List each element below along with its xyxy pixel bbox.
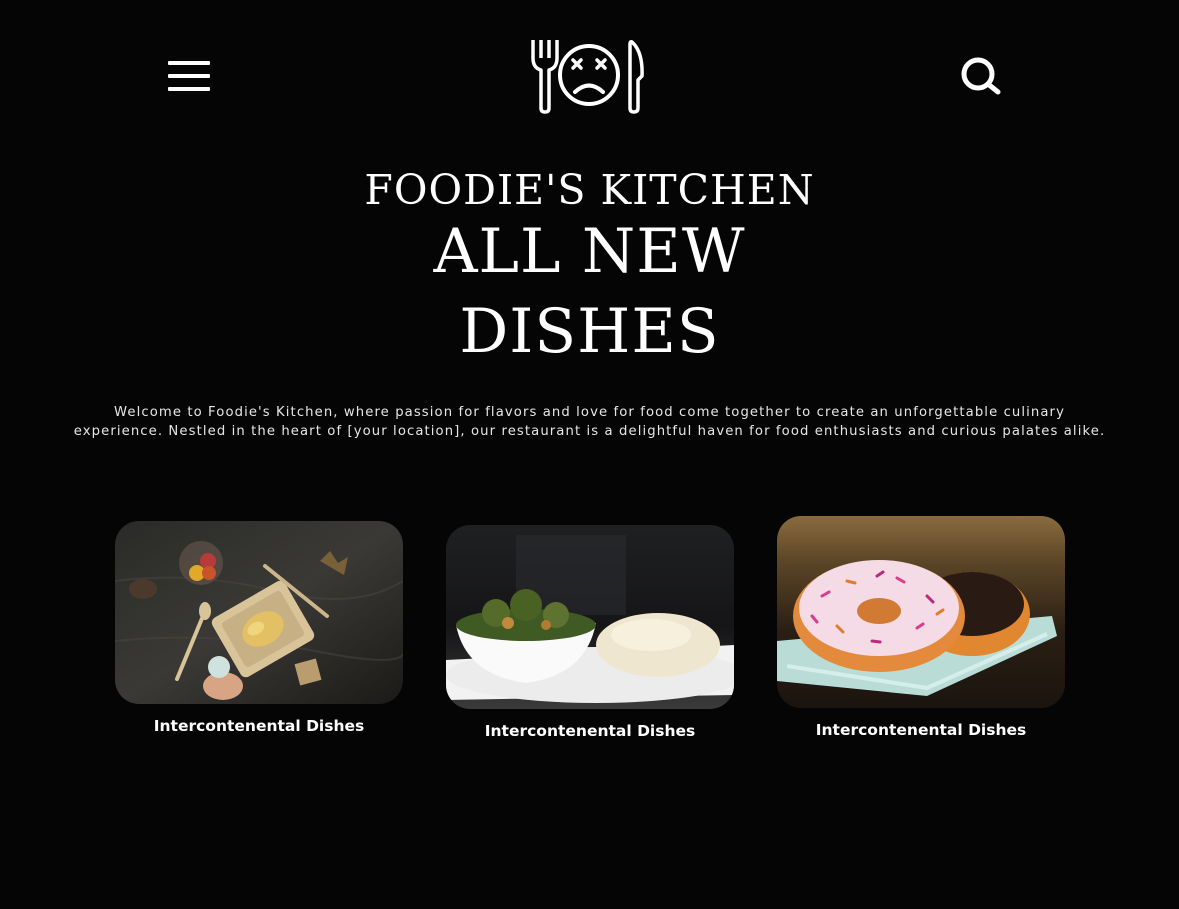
dish-card-1[interactable]: Intercontenental Dishes: [115, 521, 403, 735]
hero-headline: ALL NEW DISHES: [0, 212, 1179, 372]
intro-line-2: experience. Nestled in the heart of [you…: [73, 424, 1106, 439]
intro-line-1: Welcome to Foodie's Kitchen, where passi…: [114, 405, 1065, 420]
sprinkled-donuts-photo[interactable]: [777, 516, 1065, 708]
brand-title: FOODIE'S KITCHEN: [364, 166, 815, 214]
dish-card-3[interactable]: Intercontenental Dishes: [777, 516, 1065, 739]
intro-paragraph: Welcome to Foodie's Kitchen, where passi…: [40, 403, 1139, 441]
search-icon[interactable]: [958, 54, 1002, 98]
rustic-table-flatlay-photo[interactable]: [115, 521, 403, 704]
headline-line-2: DISHES: [459, 296, 720, 367]
dish-card-caption[interactable]: Intercontenental Dishes: [446, 722, 734, 740]
dish-card-2[interactable]: Intercontenental Dishes: [446, 525, 734, 740]
dish-card-caption[interactable]: Intercontenental Dishes: [115, 717, 403, 735]
vegetable-soup-and-swallow-photo[interactable]: [446, 525, 734, 709]
dish-card-caption[interactable]: Intercontenental Dishes: [777, 721, 1065, 739]
hamburger-menu-icon[interactable]: [166, 58, 212, 94]
fork-sad-plate-knife-logo[interactable]: [528, 36, 650, 116]
headline-line-1: ALL NEW: [433, 216, 746, 287]
